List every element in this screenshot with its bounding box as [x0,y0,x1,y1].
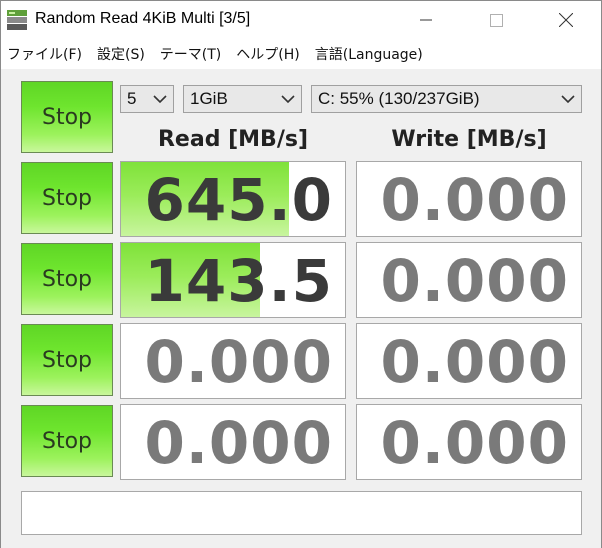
chevron-down-icon [153,95,167,104]
maximize-icon [489,13,503,27]
read-result-row-4: 0.000 [120,404,346,480]
size-select[interactable]: 1GiB [183,85,302,113]
write-result-row-3: 0.000 [356,323,582,399]
window-title: Random Read 4KiB Multi [3/5] [35,10,251,27]
drive-select-value: C: 55% (130/237GiB) [318,89,480,108]
menu-theme[interactable]: テーマ(T) [160,44,221,64]
read-value: 645.0 [144,166,333,234]
read-result-row-2: 143.5 [120,242,346,318]
count-select[interactable]: 5 [120,85,174,113]
chevron-down-icon [281,95,295,104]
read-value: 0.000 [144,328,333,396]
minimize-button[interactable] [403,1,449,39]
stop-button-row-4[interactable]: Stop [21,405,113,477]
read-value: 0.000 [144,409,333,477]
stop-button-row-1[interactable]: Stop [21,162,113,234]
write-result-row-1: 0.000 [356,161,582,237]
close-button[interactable] [543,1,589,39]
drive-select[interactable]: C: 55% (130/237GiB) [311,85,582,113]
menu-bar: ファイル(F) 設定(S) テーマ(T) ヘルプ(H) 言語(Language) [1,39,601,69]
close-icon [559,13,573,27]
stop-button-row-2[interactable]: Stop [21,243,113,315]
write-result-row-2: 0.000 [356,242,582,318]
title-bar[interactable]: Random Read 4KiB Multi [3/5] [1,1,601,39]
menu-help[interactable]: ヘルプ(H) [236,44,299,64]
size-select-value: 1GiB [190,89,228,108]
read-result-row-1: 645.0 [120,161,346,237]
chevron-down-icon [561,95,575,104]
read-result-row-3: 0.000 [120,323,346,399]
app-window: Random Read 4KiB Multi [3/5] ファイル(F) 設定(… [0,0,602,548]
minimize-icon [420,19,432,21]
stop-all-button[interactable]: Stop [21,81,113,153]
maximize-button[interactable] [473,1,519,39]
main-panel: Stop 5 1GiB C: 55% (130/237GiB) Read [MB… [1,69,601,548]
write-value: 0.000 [380,409,569,477]
read-value: 143.5 [144,247,333,315]
write-value: 0.000 [380,328,569,396]
menu-settings[interactable]: 設定(S) [97,44,145,64]
menu-language[interactable]: 言語(Language) [315,44,423,64]
count-select-value: 5 [127,89,137,108]
disk-icon [7,10,27,30]
write-header: Write [MB/s] [391,127,547,152]
read-header: Read [MB/s] [157,127,308,152]
write-value: 0.000 [380,247,569,315]
write-result-row-4: 0.000 [356,404,582,480]
stop-button-row-3[interactable]: Stop [21,324,113,396]
menu-file[interactable]: ファイル(F) [7,44,82,64]
write-value: 0.000 [380,166,569,234]
comment-field[interactable] [21,491,582,535]
